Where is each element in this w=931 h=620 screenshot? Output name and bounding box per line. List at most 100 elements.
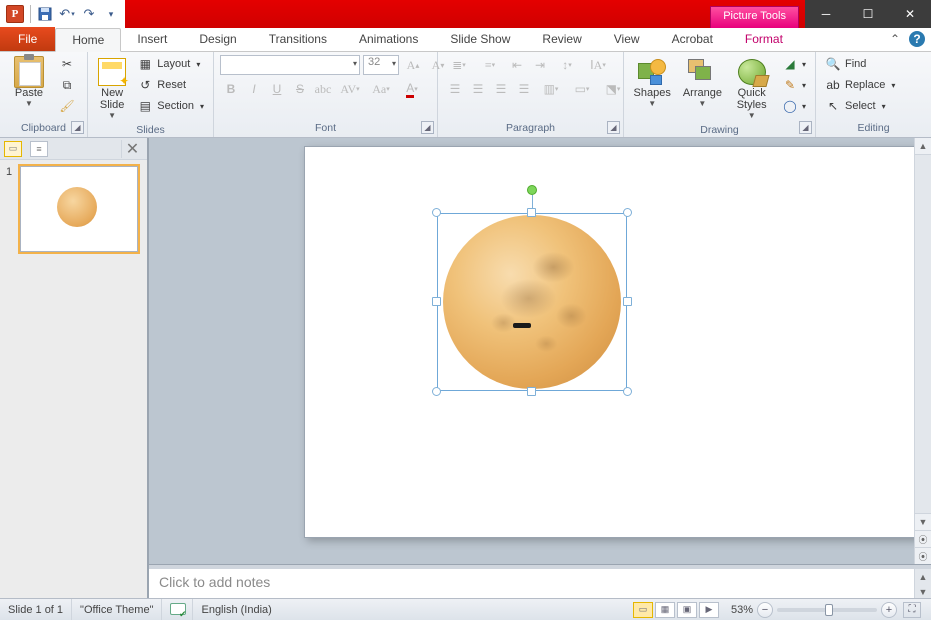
zoom-slider-thumb[interactable] xyxy=(825,604,833,616)
vertical-scrollbar[interactable]: ▲ ▼ ⦿ ⦿ xyxy=(914,138,931,564)
normal-view-icon[interactable]: ▭ xyxy=(633,602,653,618)
slide-thumbnail-1[interactable]: 1 xyxy=(6,166,141,252)
character-spacing-button[interactable]: AV▾ xyxy=(335,79,365,99)
undo-icon[interactable]: ↶▾ xyxy=(59,6,75,22)
close-pane-icon[interactable]: ✕ xyxy=(121,140,143,158)
status-language[interactable]: English (India) xyxy=(193,599,279,620)
tab-animations[interactable]: Animations xyxy=(343,27,434,51)
status-spellcheck[interactable] xyxy=(162,599,193,620)
resize-handle-bottom-right[interactable] xyxy=(623,387,632,396)
shape-fill-button[interactable]: ◢▾ xyxy=(779,55,809,73)
clipboard-dialog-launcher[interactable]: ◢ xyxy=(71,121,84,134)
align-center-button[interactable]: ☰ xyxy=(467,79,489,99)
align-right-button[interactable]: ☰ xyxy=(490,79,512,99)
align-text-button[interactable]: ▭▾ xyxy=(567,79,597,99)
drawing-dialog-launcher[interactable]: ◢ xyxy=(799,121,812,134)
previous-slide-icon[interactable]: ⦿ xyxy=(915,530,931,547)
tab-slideshow[interactable]: Slide Show xyxy=(434,27,526,51)
selected-picture[interactable] xyxy=(437,213,627,391)
bullets-button[interactable]: ≣▾ xyxy=(444,55,474,75)
resize-handle-top-right[interactable] xyxy=(623,208,632,217)
notes-scrollbar[interactable]: ▲▼ xyxy=(914,569,931,598)
shape-effects-button[interactable]: ◯▾ xyxy=(779,97,809,115)
columns-button[interactable]: ▥▾ xyxy=(536,79,566,99)
tab-format[interactable]: Format xyxy=(729,27,799,51)
arrange-button[interactable]: Arrange ▼ xyxy=(678,55,726,110)
minimize-ribbon-icon[interactable]: ⌃ xyxy=(887,31,903,47)
notes-scroll-down-icon[interactable]: ▼ xyxy=(915,584,931,598)
tab-design[interactable]: Design xyxy=(183,27,252,51)
section-button[interactable]: ▤Section▾ xyxy=(134,97,207,115)
maximize-button[interactable]: ☐ xyxy=(847,0,889,28)
cut-button[interactable]: ✂ xyxy=(56,55,78,73)
status-theme[interactable]: "Office Theme" xyxy=(72,599,162,620)
decrease-indent-button[interactable]: ⇤ xyxy=(506,55,528,75)
status-slide-indicator[interactable]: Slide 1 of 1 xyxy=(0,599,72,620)
copy-button[interactable]: ⧉ xyxy=(56,76,78,94)
grow-font-button[interactable]: A▴ xyxy=(402,55,424,75)
shape-outline-button[interactable]: ✎▾ xyxy=(779,76,809,94)
tab-file[interactable]: File xyxy=(0,27,55,51)
zoom-level[interactable]: 53% xyxy=(731,604,753,616)
resize-handle-top-left[interactable] xyxy=(432,208,441,217)
layout-button[interactable]: ▦Layout▾ xyxy=(134,55,207,73)
find-button[interactable]: 🔍Find xyxy=(822,55,898,73)
qat-customize-icon[interactable]: ▾ xyxy=(103,6,119,22)
replace-button[interactable]: abReplace▾ xyxy=(822,76,898,94)
italic-button[interactable]: I xyxy=(243,79,265,99)
rotation-handle[interactable] xyxy=(527,185,537,195)
font-size-combo[interactable]: 32▾ xyxy=(363,55,399,75)
align-left-button[interactable]: ☰ xyxy=(444,79,466,99)
notes-pane[interactable]: Click to add notes ▲▼ xyxy=(149,568,931,598)
resize-handle-bottom[interactable] xyxy=(527,387,536,396)
zoom-in-button[interactable]: + xyxy=(881,602,897,618)
justify-button[interactable]: ☰ xyxy=(513,79,535,99)
close-button[interactable]: ✕ xyxy=(889,0,931,28)
minimize-button[interactable]: ─ xyxy=(805,0,847,28)
redo-icon[interactable]: ↷ xyxy=(81,6,97,22)
help-icon[interactable]: ? xyxy=(909,31,925,47)
font-family-combo[interactable]: ▾ xyxy=(220,55,360,75)
scroll-down-icon[interactable]: ▼ xyxy=(915,513,931,530)
tab-home[interactable]: Home xyxy=(55,28,121,52)
shadow-button[interactable]: abc xyxy=(312,79,334,99)
format-painter-button[interactable]: 🖌 xyxy=(56,97,78,115)
underline-button[interactable]: U xyxy=(266,79,288,99)
select-button[interactable]: ↖Select▾ xyxy=(822,97,898,115)
change-case-button[interactable]: Aa▾ xyxy=(366,79,396,99)
tab-insert[interactable]: Insert xyxy=(121,27,183,51)
fit-to-window-button[interactable]: ⛶ xyxy=(903,602,921,618)
bold-button[interactable]: B xyxy=(220,79,242,99)
slide-thumbnail-preview[interactable] xyxy=(20,166,138,252)
resize-handle-bottom-left[interactable] xyxy=(432,387,441,396)
slide-canvas-zone[interactable]: ▲ ▼ ⦿ ⦿ xyxy=(149,138,931,564)
reading-view-icon[interactable]: ▣ xyxy=(677,602,697,618)
resize-handle-top[interactable] xyxy=(527,208,536,217)
scroll-up-icon[interactable]: ▲ xyxy=(915,138,931,155)
slideshow-view-icon[interactable]: ▶ xyxy=(699,602,719,618)
quick-styles-button[interactable]: Quick Styles ▼ xyxy=(730,55,773,122)
tab-acrobat[interactable]: Acrobat xyxy=(656,27,729,51)
shapes-button[interactable]: Shapes ▼ xyxy=(630,55,674,110)
numbering-button[interactable]: ≡▾ xyxy=(475,55,505,75)
font-color-button[interactable]: A▾ xyxy=(397,79,427,99)
increase-indent-button[interactable]: ⇥ xyxy=(529,55,551,75)
notes-scroll-up-icon[interactable]: ▲ xyxy=(915,569,931,584)
tab-review[interactable]: Review xyxy=(526,27,597,51)
resize-handle-right[interactable] xyxy=(623,297,632,306)
slides-tab-icon[interactable]: ▭ xyxy=(4,141,22,157)
line-spacing-button[interactable]: ↕▾ xyxy=(552,55,582,75)
tab-view[interactable]: View xyxy=(598,27,656,51)
tab-transitions[interactable]: Transitions xyxy=(253,27,343,51)
new-slide-button[interactable]: New Slide ▼ xyxy=(94,55,130,122)
reset-button[interactable]: ↺Reset xyxy=(134,76,207,94)
save-icon[interactable] xyxy=(37,6,53,22)
zoom-out-button[interactable]: − xyxy=(757,602,773,618)
resize-handle-left[interactable] xyxy=(432,297,441,306)
paste-button[interactable]: Paste ▼ xyxy=(6,55,52,110)
next-slide-icon[interactable]: ⦿ xyxy=(915,547,931,564)
strikethrough-button[interactable]: S xyxy=(289,79,311,99)
paragraph-dialog-launcher[interactable]: ◢ xyxy=(607,121,620,134)
outline-tab-icon[interactable]: ≡ xyxy=(30,141,48,157)
font-dialog-launcher[interactable]: ◢ xyxy=(421,121,434,134)
